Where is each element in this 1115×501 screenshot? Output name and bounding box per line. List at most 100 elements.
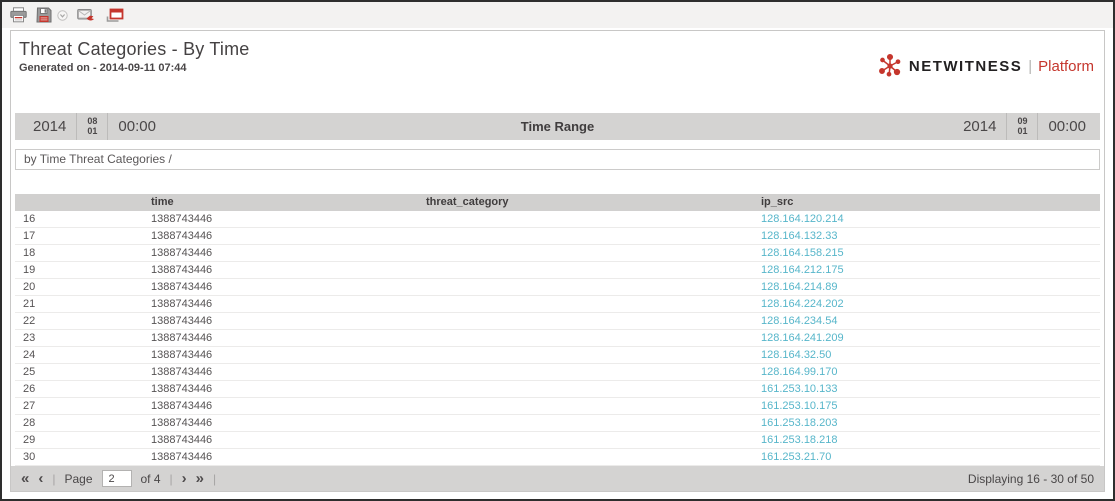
first-page-button[interactable]: « xyxy=(21,471,29,486)
table-row: 17 1388743446 128.164.132.33 xyxy=(15,227,1100,246)
cell-time: 1388743446 xyxy=(143,244,418,263)
time-range-end: 2014 09 01 00:00 xyxy=(953,113,1100,140)
table-row: 22 1388743446 128.164.234.54 xyxy=(15,312,1100,331)
cell-time: 1388743446 xyxy=(143,397,418,416)
cell-row-index: 19 xyxy=(15,261,143,280)
cell-row-index: 28 xyxy=(15,414,143,433)
cell-ip-src-link[interactable]: 128.164.32.50 xyxy=(753,346,1100,365)
table-row: 29 1388743446 161.253.18.218 xyxy=(15,431,1100,450)
table-header-row: time threat_category ip_src xyxy=(15,194,1100,212)
page-number-input[interactable] xyxy=(101,470,132,488)
cell-time: 1388743446 xyxy=(143,363,418,382)
pagination-bar: « ‹ | Page of 4 | › » | Displaying 16 - … xyxy=(11,466,1104,491)
cell-row-index: 17 xyxy=(15,227,143,246)
cell-time: 1388743446 xyxy=(143,211,418,229)
end-day: 01 xyxy=(1017,126,1028,137)
time-range-label: Time Range xyxy=(520,118,595,134)
netwitness-logo: NETWITNESS | Platform xyxy=(877,53,1094,79)
report-panel: Threat Categories - By Time Generated on… xyxy=(10,30,1105,492)
pagination-separator: | xyxy=(169,471,173,486)
cell-time: 1388743446 xyxy=(143,312,418,331)
table-row: 21 1388743446 128.164.224.202 xyxy=(15,295,1100,314)
cell-threat-category xyxy=(418,414,753,433)
end-month-day: 09 01 xyxy=(1006,113,1037,140)
cell-ip-src-link[interactable]: 161.253.21.70 xyxy=(753,448,1100,467)
cell-ip-src-link[interactable]: 128.164.214.89 xyxy=(753,278,1100,297)
cell-time: 1388743446 xyxy=(143,295,418,314)
page-title: Threat Categories - By Time xyxy=(19,39,250,59)
start-day: 01 xyxy=(87,126,98,137)
cell-ip-src-link[interactable]: 128.164.241.209 xyxy=(753,329,1100,348)
results-table: time threat_category ip_src 16 1388743446… xyxy=(15,194,1100,467)
save-icon[interactable] xyxy=(36,7,52,23)
column-header-threat-category[interactable]: threat_category xyxy=(418,194,753,212)
cell-ip-src-link[interactable]: 161.253.10.175 xyxy=(753,397,1100,416)
breadcrumb[interactable]: by Time Threat Categories / xyxy=(15,148,1100,171)
cell-threat-category xyxy=(418,261,753,280)
table-row: 20 1388743446 128.164.214.89 xyxy=(15,278,1100,297)
table-row: 28 1388743446 161.253.18.203 xyxy=(15,414,1100,433)
end-time: 00:00 xyxy=(1037,113,1100,140)
cell-row-index: 16 xyxy=(15,211,143,229)
cell-ip-src-link[interactable]: 128.164.234.54 xyxy=(753,312,1100,331)
page-count-label: of 4 xyxy=(140,471,161,486)
cell-threat-category xyxy=(418,227,753,246)
cell-ip-src-link[interactable]: 128.164.224.202 xyxy=(753,295,1100,314)
time-range-bar: 2014 08 01 00:00 Time Range 2014 09 01 0… xyxy=(15,113,1100,140)
cell-threat-category xyxy=(418,346,753,365)
cell-threat-category xyxy=(418,431,753,450)
cell-threat-category xyxy=(418,278,753,297)
cell-time: 1388743446 xyxy=(143,380,418,399)
print-icon[interactable] xyxy=(10,7,27,23)
cell-row-index: 22 xyxy=(15,312,143,331)
cell-threat-category xyxy=(418,211,753,229)
cell-ip-src-link[interactable]: 128.164.99.170 xyxy=(753,363,1100,382)
table-row: 18 1388743446 128.164.158.215 xyxy=(15,244,1100,263)
logo-brand-text: NETWITNESS xyxy=(908,57,1023,75)
table-row: 24 1388743446 128.164.32.50 xyxy=(15,346,1100,365)
column-header-time[interactable]: time xyxy=(143,194,418,212)
start-month-day: 08 01 xyxy=(76,113,107,140)
generated-on-label: Generated on - 2014-09-11 07:44 xyxy=(19,62,187,74)
cell-row-index: 18 xyxy=(15,244,143,263)
cell-ip-src-link[interactable]: 128.164.158.215 xyxy=(753,244,1100,263)
column-header-ip-src[interactable]: ip_src xyxy=(753,194,1100,212)
end-month: 09 xyxy=(1017,116,1028,127)
cell-time: 1388743446 xyxy=(143,227,418,246)
last-page-button[interactable]: » xyxy=(196,471,204,486)
open-window-icon[interactable] xyxy=(106,8,124,23)
cell-row-index: 23 xyxy=(15,329,143,348)
cell-row-index: 29 xyxy=(15,431,143,450)
next-page-button[interactable]: › xyxy=(182,471,187,486)
column-header-index xyxy=(15,194,143,212)
displaying-status: Displaying 16 - 30 of 50 xyxy=(967,471,1094,486)
cell-ip-src-link[interactable]: 128.164.120.214 xyxy=(753,211,1100,229)
cell-row-index: 21 xyxy=(15,295,143,314)
cell-row-index: 26 xyxy=(15,380,143,399)
cell-time: 1388743446 xyxy=(143,414,418,433)
cell-threat-category xyxy=(418,312,753,331)
page-label: Page xyxy=(64,471,93,486)
cell-row-index: 27 xyxy=(15,397,143,416)
prev-page-button[interactable]: ‹ xyxy=(38,471,43,486)
cell-time: 1388743446 xyxy=(143,261,418,280)
cell-ip-src-link[interactable]: 161.253.18.218 xyxy=(753,431,1100,450)
cell-threat-category xyxy=(418,295,753,314)
cell-time: 1388743446 xyxy=(143,346,418,365)
cell-time: 1388743446 xyxy=(143,329,418,348)
cell-time: 1388743446 xyxy=(143,448,418,467)
title-block: Threat Categories - By Time Generated on… xyxy=(19,39,249,74)
table-row: 30 1388743446 161.253.21.70 xyxy=(15,448,1100,467)
cell-time: 1388743446 xyxy=(143,278,418,297)
save-dropdown-icon[interactable] xyxy=(57,9,68,21)
cell-ip-src-link[interactable]: 161.253.10.133 xyxy=(753,380,1100,399)
netwitness-logo-icon xyxy=(877,53,903,79)
cell-ip-src-link[interactable]: 128.164.212.175 xyxy=(753,261,1100,280)
toolbar xyxy=(2,2,1113,28)
logo-product-text: Platform xyxy=(1038,57,1094,75)
pagination-separator: | xyxy=(212,471,217,486)
email-report-icon[interactable] xyxy=(77,8,95,23)
cell-ip-src-link[interactable]: 128.164.132.33 xyxy=(753,227,1100,246)
cell-ip-src-link[interactable]: 161.253.18.203 xyxy=(753,414,1100,433)
table-row: 16 1388743446 128.164.120.214 xyxy=(15,211,1100,229)
